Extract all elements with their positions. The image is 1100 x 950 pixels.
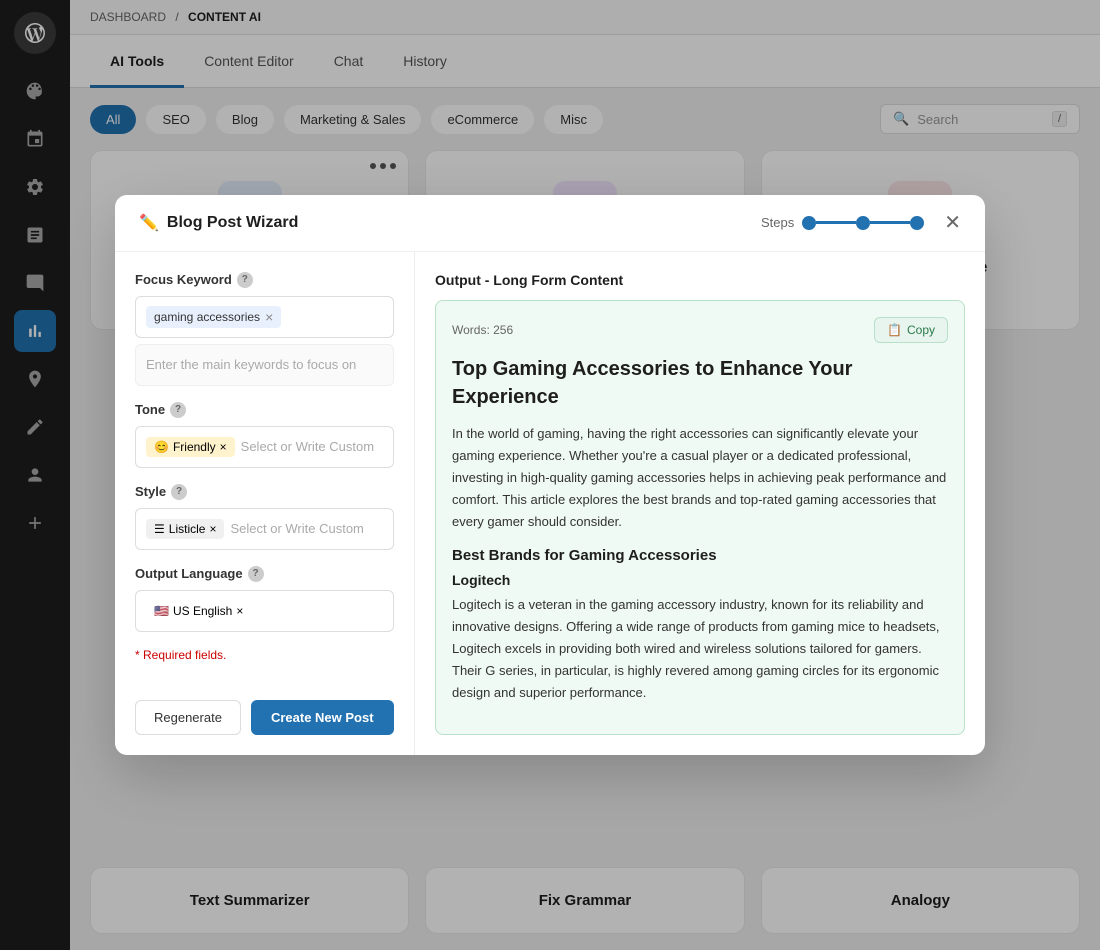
tone-input[interactable]: 😊 Friendly × Select or Write Custom [135, 426, 394, 468]
style-label: Style ? [135, 484, 394, 500]
steps-track [802, 216, 924, 230]
language-remove[interactable]: × [236, 604, 243, 618]
modal-right-panel: Output - Long Form Content Words: 256 📋 … [415, 252, 985, 756]
language-flag: 🇺🇸 [154, 604, 169, 618]
focus-keyword-remove[interactable]: × [265, 309, 273, 325]
output-section1-heading: Best Brands for Gaming Accessories [452, 547, 948, 564]
step-dot-3 [910, 216, 924, 230]
modal-close-button[interactable]: ✕ [944, 213, 961, 233]
output-meta: Words: 256 📋 Copy [452, 317, 948, 343]
modal-overlay[interactable]: ✏️ Blog Post Wizard Steps ✕ [0, 0, 1100, 950]
copy-icon: 📋 [887, 323, 902, 337]
step-line-1 [816, 221, 856, 224]
required-note: * Required fields. [135, 648, 394, 662]
copy-button[interactable]: 📋 Copy [874, 317, 948, 343]
tone-remove[interactable]: × [220, 440, 227, 454]
tone-emoji: 😊 [154, 440, 169, 454]
tone-help-icon[interactable]: ? [170, 402, 186, 418]
step-dot-1 [802, 216, 816, 230]
regenerate-button[interactable]: Regenerate [135, 700, 241, 735]
output-logitech-text: Logitech is a veteran in the gaming acce… [452, 594, 948, 704]
tone-tag: 😊 Friendly × [146, 437, 235, 457]
blog-post-wizard-modal: ✏️ Blog Post Wizard Steps ✕ [115, 195, 985, 756]
output-logitech-heading: Logitech [452, 572, 948, 588]
tone-field: Tone ? 😊 Friendly × Select or Write Cust… [135, 402, 394, 468]
modal-title: ✏️ Blog Post Wizard [139, 213, 298, 233]
tone-label-value: Friendly [173, 440, 216, 454]
language-label-value: US English [173, 604, 232, 618]
focus-keyword-placeholder-input[interactable]: Enter the main keywords to focus on [135, 344, 394, 386]
modal-footer: Regenerate Create New Post [135, 700, 394, 735]
style-input[interactable]: ☰ Listicle × Select or Write Custom [135, 508, 394, 550]
output-title: Output - Long Form Content [435, 272, 965, 288]
style-help-icon[interactable]: ? [171, 484, 187, 500]
output-heading1: Top Gaming Accessories to Enhance Your E… [452, 355, 948, 411]
step-line-2 [870, 221, 910, 224]
style-icon: ☰ [154, 522, 165, 536]
style-field: Style ? ☰ Listicle × Select or Write Cus… [135, 484, 394, 550]
style-remove[interactable]: × [209, 522, 216, 536]
style-label-value: Listicle [169, 522, 206, 536]
steps-label: Steps [761, 215, 794, 230]
pencil-icon: ✏️ [139, 213, 159, 233]
style-placeholder: Select or Write Custom [230, 521, 363, 536]
focus-keyword-field: Focus Keyword ? gaming accessories × Ent… [135, 272, 394, 386]
word-count: Words: 256 [452, 323, 513, 337]
focus-keyword-tag: gaming accessories × [146, 306, 281, 328]
language-tag: 🇺🇸 US English × [146, 601, 251, 621]
focus-keyword-help-icon[interactable]: ? [237, 272, 253, 288]
tone-label: Tone ? [135, 402, 394, 418]
output-language-input[interactable]: 🇺🇸 US English × [135, 590, 394, 632]
modal-header: ✏️ Blog Post Wizard Steps ✕ [115, 195, 985, 252]
output-content-box: Words: 256 📋 Copy Top Gaming Accessories… [435, 300, 965, 736]
tone-placeholder: Select or Write Custom [241, 439, 374, 454]
copy-label: Copy [907, 323, 935, 337]
modal-body: Focus Keyword ? gaming accessories × Ent… [115, 252, 985, 756]
step-dot-2 [856, 216, 870, 230]
style-tag: ☰ Listicle × [146, 519, 224, 539]
modal-left-panel: Focus Keyword ? gaming accessories × Ent… [115, 252, 415, 756]
output-intro: In the world of gaming, having the right… [452, 423, 948, 533]
modal-steps: Steps [761, 215, 924, 230]
create-new-post-button[interactable]: Create New Post [251, 700, 394, 735]
output-language-field: Output Language ? 🇺🇸 US English × [135, 566, 394, 632]
focus-keyword-placeholder: Enter the main keywords to focus on [146, 357, 356, 372]
focus-keyword-label: Focus Keyword ? [135, 272, 394, 288]
output-language-label: Output Language ? [135, 566, 394, 582]
focus-keyword-input[interactable]: gaming accessories × [135, 296, 394, 338]
output-language-help-icon[interactable]: ? [248, 566, 264, 582]
